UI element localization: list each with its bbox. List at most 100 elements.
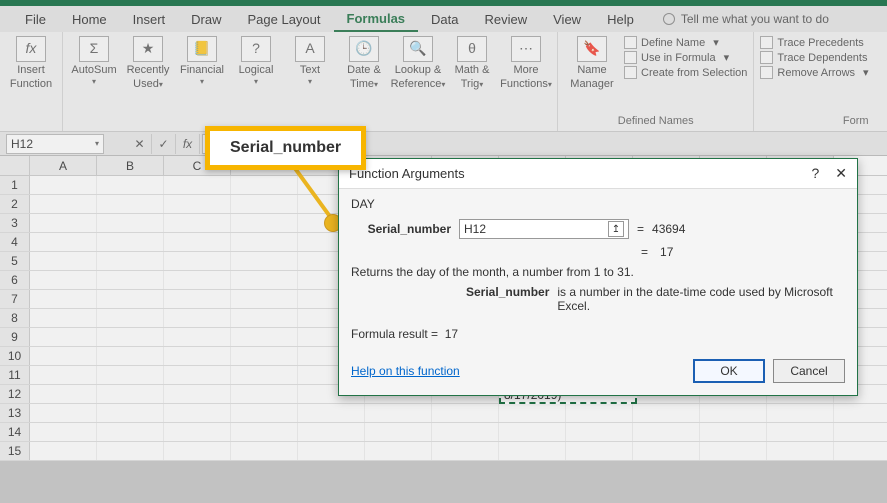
row-header[interactable]: 11	[0, 366, 30, 384]
tab-help[interactable]: Help	[594, 8, 647, 31]
row-header[interactable]: 5	[0, 252, 30, 270]
cell[interactable]	[164, 404, 231, 422]
lookup-button[interactable]: 🔍 Lookup & Reference▾	[393, 36, 443, 90]
cell[interactable]	[30, 347, 97, 365]
text-button[interactable]: A Text ▾	[285, 36, 335, 87]
cell[interactable]	[231, 404, 298, 422]
cell[interactable]	[30, 366, 97, 384]
name-box[interactable]: H12 ▾	[6, 134, 104, 154]
row-header[interactable]: 15	[0, 442, 30, 460]
cell[interactable]	[700, 404, 767, 422]
cell[interactable]	[164, 328, 231, 346]
row-header[interactable]: 12	[0, 385, 30, 403]
cancel-button[interactable]: Cancel	[773, 359, 845, 383]
cell[interactable]	[432, 442, 499, 460]
row-header[interactable]: 3	[0, 214, 30, 232]
row-header[interactable]: 4	[0, 233, 30, 251]
autosum-button[interactable]: Σ AutoSum ▾	[69, 36, 119, 87]
use-in-formula-button[interactable]: Use in Formula▾	[624, 51, 747, 64]
tab-data[interactable]: Data	[418, 8, 471, 31]
cell[interactable]	[30, 195, 97, 213]
cell[interactable]	[164, 309, 231, 327]
cell[interactable]	[97, 233, 164, 251]
collapse-dialog-icon[interactable]: ↥	[608, 221, 624, 237]
date-time-button[interactable]: 🕒 Date & Time▾	[339, 36, 389, 90]
dialog-titlebar[interactable]: Function Arguments ? ✕	[339, 159, 857, 189]
cell[interactable]	[30, 309, 97, 327]
tab-view[interactable]: View	[540, 8, 594, 31]
cell[interactable]	[298, 442, 365, 460]
cell[interactable]	[97, 404, 164, 422]
tab-formulas[interactable]: Formulas	[334, 7, 419, 32]
close-icon[interactable]: ✕	[835, 165, 847, 182]
cell[interactable]	[432, 423, 499, 441]
column-header[interactable]: A	[30, 156, 97, 175]
insert-function-button[interactable]: fx Insert Function	[6, 36, 56, 90]
cell[interactable]	[30, 328, 97, 346]
cell[interactable]	[97, 252, 164, 270]
cell[interactable]	[499, 423, 566, 441]
cell[interactable]	[97, 214, 164, 232]
cell[interactable]	[231, 423, 298, 441]
cell[interactable]	[30, 290, 97, 308]
tell-me[interactable]: Tell me what you want to do	[663, 12, 829, 26]
row-header[interactable]: 13	[0, 404, 30, 422]
cell[interactable]	[231, 214, 298, 232]
cell[interactable]	[97, 271, 164, 289]
cell[interactable]	[97, 290, 164, 308]
cell[interactable]	[566, 442, 633, 460]
cell[interactable]	[499, 404, 566, 422]
logical-button[interactable]: ? Logical ▾	[231, 36, 281, 87]
recently-used-button[interactable]: ★ Recently Used▾	[123, 36, 173, 90]
help-icon[interactable]: ?	[811, 165, 819, 182]
trace-precedents-button[interactable]: Trace Precedents	[760, 36, 868, 49]
cell[interactable]	[365, 423, 432, 441]
cancel-formula-button[interactable]: ✕	[128, 134, 152, 154]
cell[interactable]	[365, 404, 432, 422]
tab-home[interactable]: Home	[59, 8, 120, 31]
cell[interactable]	[164, 195, 231, 213]
tab-file[interactable]: File	[12, 8, 59, 31]
tab-review[interactable]: Review	[472, 8, 541, 31]
cell[interactable]	[700, 423, 767, 441]
row-header[interactable]: 7	[0, 290, 30, 308]
cell[interactable]	[767, 404, 834, 422]
row-header[interactable]: 9	[0, 328, 30, 346]
ok-button[interactable]: OK	[693, 359, 765, 383]
cell[interactable]	[231, 271, 298, 289]
cell[interactable]	[298, 404, 365, 422]
create-from-selection-button[interactable]: Create from Selection	[624, 66, 747, 79]
cell[interactable]	[164, 385, 231, 403]
cell[interactable]	[164, 252, 231, 270]
cell[interactable]	[633, 423, 700, 441]
insert-function-fx-button[interactable]: fx	[176, 134, 200, 154]
cell[interactable]	[30, 271, 97, 289]
cell[interactable]	[231, 233, 298, 251]
cell[interactable]	[30, 176, 97, 194]
cell[interactable]	[231, 195, 298, 213]
cell[interactable]	[164, 214, 231, 232]
cell[interactable]	[30, 423, 97, 441]
cell[interactable]	[164, 271, 231, 289]
financial-button[interactable]: 📒 Financial ▾	[177, 36, 227, 87]
cell[interactable]	[30, 214, 97, 232]
cell[interactable]	[633, 442, 700, 460]
define-name-button[interactable]: Define Name▾	[624, 36, 747, 49]
row-header[interactable]: 2	[0, 195, 30, 213]
cell[interactable]	[231, 385, 298, 403]
cell[interactable]	[97, 366, 164, 384]
cell[interactable]	[97, 328, 164, 346]
select-all-corner[interactable]	[0, 156, 30, 175]
cell[interactable]	[97, 309, 164, 327]
row-header[interactable]: 6	[0, 271, 30, 289]
arg-input[interactable]: H12 ↥	[459, 219, 629, 239]
cell[interactable]	[97, 442, 164, 460]
cell[interactable]	[432, 404, 499, 422]
cell[interactable]	[30, 442, 97, 460]
row-header[interactable]: 14	[0, 423, 30, 441]
cell[interactable]	[231, 328, 298, 346]
cell[interactable]	[231, 442, 298, 460]
cell[interactable]	[566, 423, 633, 441]
column-header[interactable]: B	[97, 156, 164, 175]
cell[interactable]	[700, 442, 767, 460]
